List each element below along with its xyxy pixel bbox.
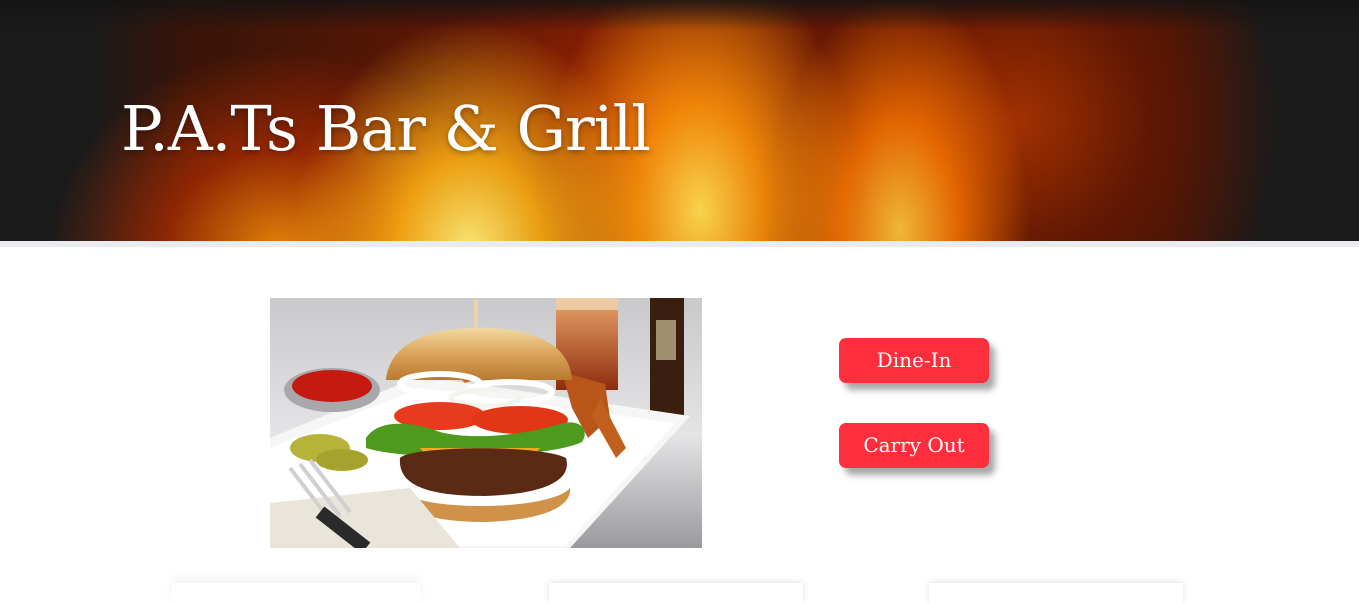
- dine-in-button[interactable]: Dine-In: [839, 338, 989, 383]
- feature-card-3: [929, 583, 1183, 603]
- carry-out-button[interactable]: Carry Out: [839, 423, 989, 468]
- header-divider: [0, 241, 1359, 247]
- burger-illustration: [270, 298, 702, 548]
- feature-card-2: [549, 583, 803, 603]
- feature-card-1: [172, 583, 420, 603]
- hero-banner: P.A.Ts Bar & Grill: [0, 0, 1359, 241]
- site-title: P.A.Ts Bar & Grill: [121, 92, 651, 165]
- burger-photo: [270, 298, 702, 548]
